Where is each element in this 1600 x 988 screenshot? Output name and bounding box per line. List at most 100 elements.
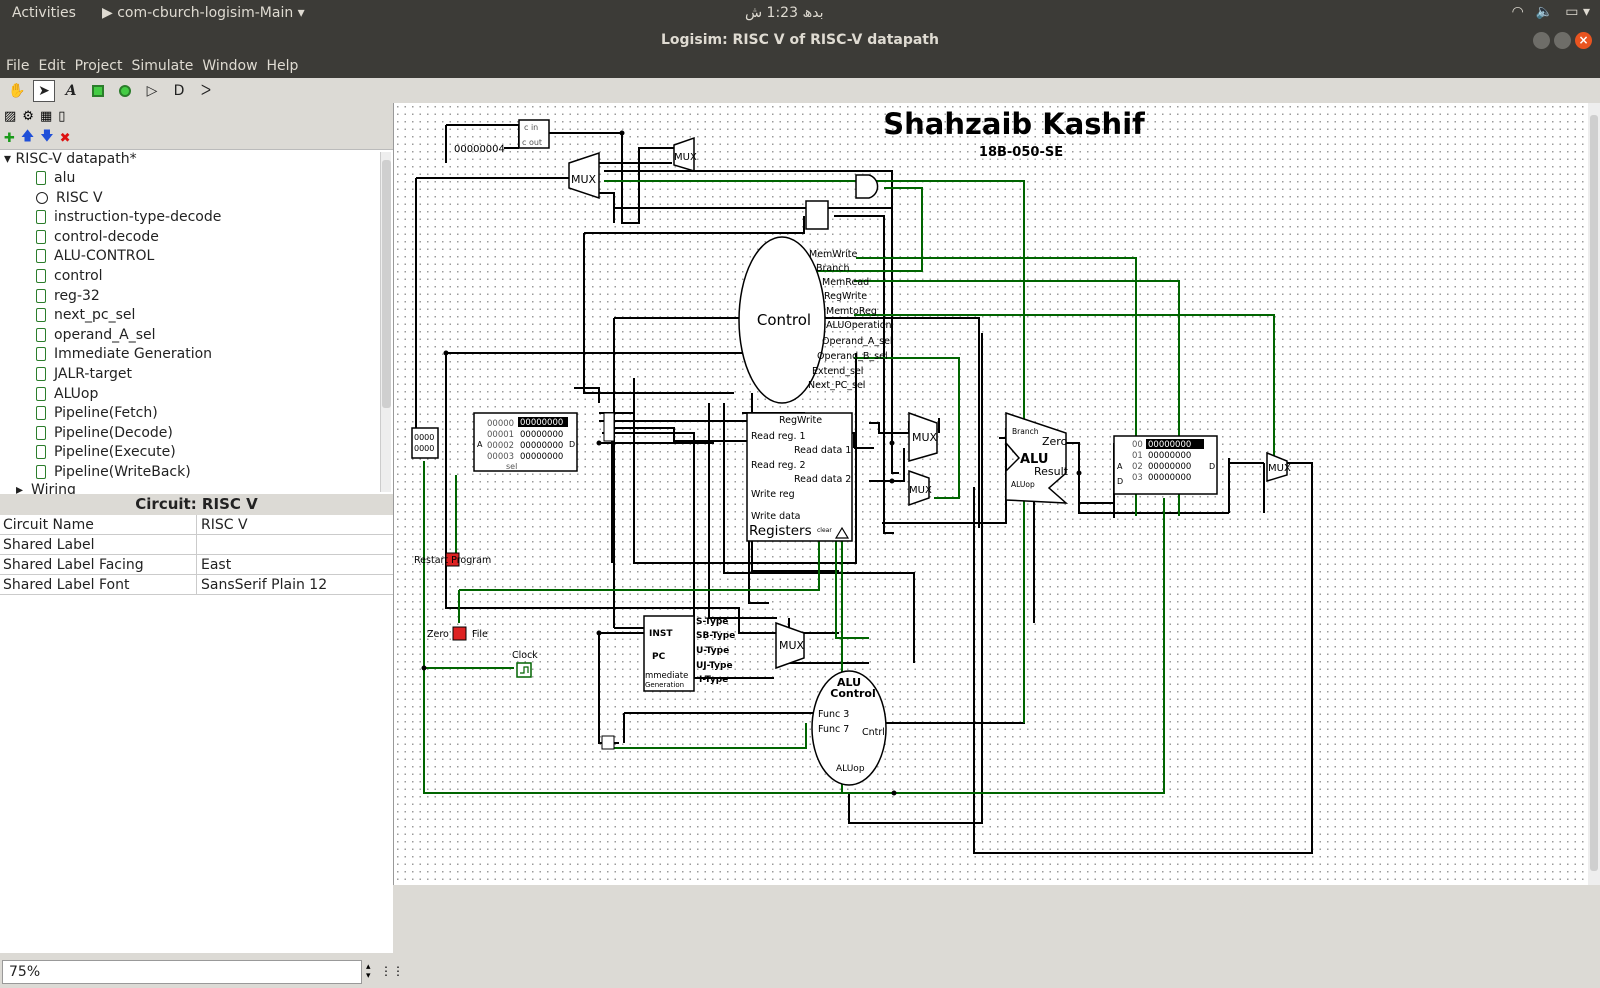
control-signal: Next_PC_sel xyxy=(808,380,865,391)
alu-control-title: Control xyxy=(830,687,875,700)
tree-item-next-pc-sel[interactable]: next_pc_sel xyxy=(36,305,135,325)
expand-arrow-icon[interactable]: ▸ xyxy=(16,482,23,494)
control-signal: MemtoReg xyxy=(826,306,877,317)
move-down-icon[interactable]: 🡇 xyxy=(40,127,53,149)
appearance-icon[interactable]: ▯ xyxy=(58,109,65,124)
alu-control-port: Cntrl xyxy=(862,727,885,738)
zoom-field[interactable]: 75% xyxy=(2,960,362,984)
property-row[interactable]: Circuit Name RISC V xyxy=(0,514,393,535)
app-menu[interactable]: ▶ com-cburch-logisim-Main ▾ xyxy=(102,5,305,21)
tree-scrollbar[interactable] xyxy=(380,152,391,492)
battery-icon[interactable]: ▭ ▾ xyxy=(1565,4,1590,20)
circuit-icon xyxy=(36,230,46,244)
toolbox-icon[interactable]: ▨ xyxy=(4,109,16,124)
menu-simulate[interactable]: Simulate xyxy=(131,58,193,74)
text-tool-icon[interactable]: A xyxy=(60,80,82,102)
tree-item-pipeline-fetch[interactable]: Pipeline(Fetch) xyxy=(36,403,158,423)
select-tool-icon[interactable]: ➤ xyxy=(33,79,55,102)
tree-item-alu-control[interactable]: ALU-CONTROL xyxy=(36,246,154,266)
tree-item-label: control-decode xyxy=(54,229,159,245)
tree-item-pipeline-writeback[interactable]: Pipeline(WriteBack) xyxy=(36,462,191,482)
app-menu-label: com-cburch-logisim-Main xyxy=(117,5,294,21)
tree-item-jalr-target[interactable]: JALR-target xyxy=(36,364,132,384)
restart-program-label: Restart Program xyxy=(414,555,491,566)
mux-label: MUX xyxy=(912,431,938,444)
circuit-canvas[interactable]: Shahzaib Kashif 18B-050-SE c in c out 00… xyxy=(393,103,1600,885)
tree-item-operand-a-sel[interactable]: operand_A_sel xyxy=(36,325,156,345)
tree-item-risc-v[interactable]: RISC V xyxy=(36,188,103,208)
data-mem-data: 00000000 xyxy=(1148,462,1191,472)
menu-help[interactable]: Help xyxy=(267,58,299,74)
maximize-button[interactable] xyxy=(1554,32,1571,49)
move-up-icon[interactable]: 🡅 xyxy=(21,127,34,149)
jalr-target-block[interactable] xyxy=(805,200,829,230)
menu-file[interactable]: File xyxy=(6,58,29,74)
control-signal: MemWrite xyxy=(809,249,858,260)
tree-item-control-decode[interactable]: control-decode xyxy=(36,227,159,247)
data-mem-address: 02 xyxy=(1132,462,1143,472)
tree-item-alu[interactable]: alu xyxy=(36,168,75,188)
inst-mem-data: 00000000 xyxy=(520,441,563,451)
tree-item-label: reg-32 xyxy=(54,288,100,304)
tree-item-aluop[interactable]: ALUop xyxy=(36,384,98,404)
clock[interactable]: بدھ 1:23 ش xyxy=(745,5,823,21)
layout-icon[interactable]: ▦ xyxy=(40,109,52,124)
minimize-button[interactable] xyxy=(1533,32,1550,49)
imm-gen-type-labels: S-Type SB-Type U-Type UJ-Type I-Type xyxy=(696,617,735,685)
control-unit-label: Control xyxy=(757,311,811,329)
system-top-bar: Activities ▶ com-cburch-logisim-Main ▾ ب… xyxy=(0,0,1600,27)
property-value[interactable]: East xyxy=(197,557,231,573)
instruction-memory-addresses: 00000 00001 00002 00003 xyxy=(487,419,514,462)
tree-item-pipeline-decode[interactable]: Pipeline(Decode) xyxy=(36,423,173,443)
property-key: Shared Label xyxy=(0,534,197,555)
menu-window[interactable]: Window xyxy=(202,58,257,74)
zero-file-button[interactable] xyxy=(452,626,467,641)
menu-project[interactable]: Project xyxy=(75,58,123,74)
volume-icon[interactable]: 🔈 xyxy=(1536,4,1553,20)
tree-item-immediate-generation[interactable]: Immediate Generation xyxy=(36,344,212,364)
tree-item-control[interactable]: control xyxy=(36,266,103,286)
grid-toggle-icon[interactable]: ⋮⋮ xyxy=(380,964,404,978)
tree-item-instruction-type-decode[interactable]: instruction-type-decode xyxy=(36,207,221,227)
inst-mem-d-port: D xyxy=(569,440,575,449)
tree-scrollbar-thumb[interactable] xyxy=(382,160,391,408)
tree-item-pipeline-execute[interactable]: Pipeline(Execute) xyxy=(36,442,176,462)
input-pin-icon[interactable] xyxy=(87,80,109,102)
tree-item-label: Immediate Generation xyxy=(54,346,213,362)
delete-icon[interactable]: ✖ xyxy=(60,131,71,146)
imm-type: S-Type xyxy=(696,617,728,627)
inst-mem-data: 00000000 xyxy=(520,418,563,428)
close-button[interactable]: × xyxy=(1575,32,1592,49)
simulation-tree-icon[interactable]: ⚙ xyxy=(22,109,34,124)
property-row[interactable]: Shared Label Facing East xyxy=(0,554,393,575)
and-gate-icon[interactable]: D xyxy=(168,80,190,102)
tree-item-wiring[interactable]: ▸ Wiring xyxy=(16,480,76,494)
imm-type: U-Type xyxy=(696,646,729,656)
wifi-icon[interactable]: ◠ xyxy=(1512,4,1524,20)
property-value[interactable]: RISC V xyxy=(197,517,248,533)
property-value[interactable]: SansSerif Plain 12 xyxy=(197,577,327,593)
hand-tool-icon[interactable]: ✋ xyxy=(6,80,28,102)
or-gate-icon[interactable]: ᐳ xyxy=(195,80,217,102)
property-row[interactable]: Shared Label xyxy=(0,534,393,555)
tree-item-reg-32[interactable]: reg-32 xyxy=(36,286,100,306)
imm-gen-pc-port: PC xyxy=(652,652,666,662)
add-circuit-icon[interactable]: ✚ xyxy=(4,131,15,146)
branch-and-gate[interactable] xyxy=(855,174,879,199)
tree-root[interactable]: ▾ RISC-V datapath* xyxy=(4,151,137,167)
activities-button[interactable]: Activities xyxy=(12,5,76,21)
not-gate-icon[interactable]: ▷ xyxy=(141,80,163,102)
output-pin-icon[interactable] xyxy=(114,80,136,102)
canvas-vertical-scrollbar[interactable] xyxy=(1588,103,1600,885)
canvas-scrollbar-thumb[interactable] xyxy=(1590,115,1598,871)
canvas-horizontal-scrollbar[interactable] xyxy=(393,885,1600,900)
register-port-label: Read data 2 xyxy=(794,474,851,485)
system-tray[interactable]: ◠ 🔈 ▭ ▾ xyxy=(1512,4,1590,20)
data-mem-d-in-port: D xyxy=(1117,477,1123,486)
menu-edit[interactable]: Edit xyxy=(38,58,65,74)
circuit-diagram[interactable]: Shahzaib Kashif 18B-050-SE c in c out 00… xyxy=(394,103,1589,885)
control-signal: Extend_sel xyxy=(812,366,863,377)
zoom-spinner-icon[interactable]: ▴ ▾ xyxy=(366,963,371,981)
tree-item-label: Pipeline(Execute) xyxy=(54,444,176,460)
property-row[interactable]: Shared Label Font SansSerif Plain 12 xyxy=(0,574,393,595)
